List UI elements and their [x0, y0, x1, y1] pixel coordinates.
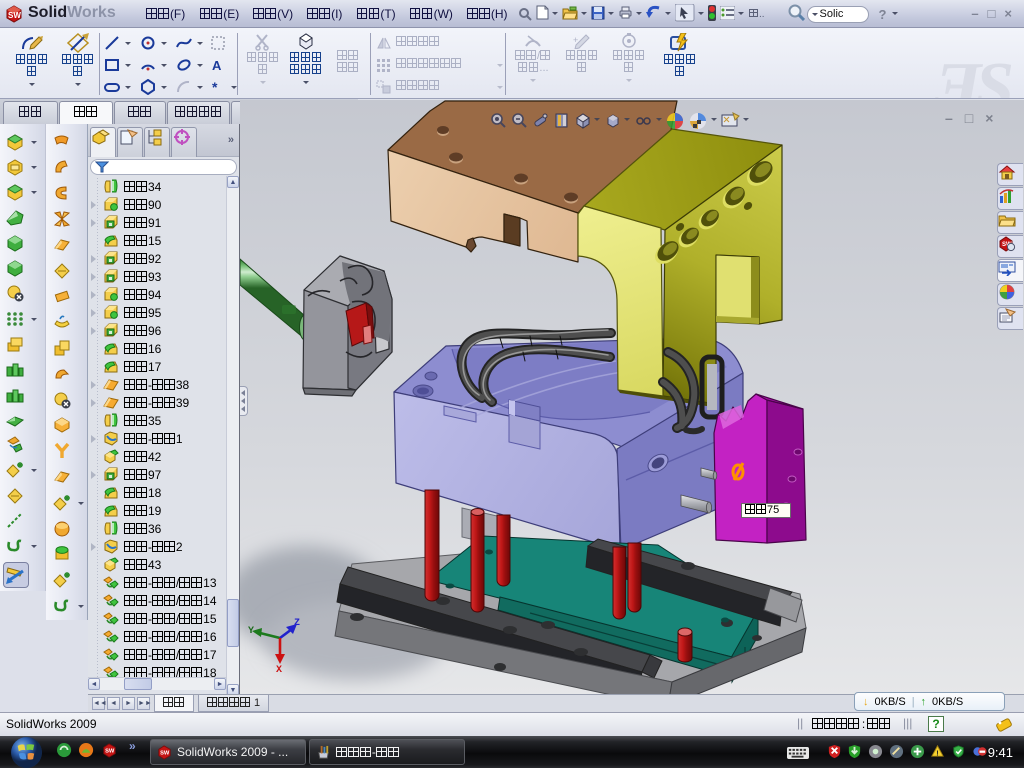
- svg-text:SW: SW: [160, 750, 170, 756]
- svg-text:SW: SW: [8, 11, 21, 20]
- svg-text:Y: Y: [248, 626, 254, 637]
- svg-text:!: !: [936, 748, 939, 757]
- svg-text:*: *: [212, 79, 218, 95]
- svg-text:+: +: [573, 35, 578, 45]
- svg-text:A: A: [212, 58, 222, 73]
- svg-text:Z: Z: [294, 618, 300, 629]
- svg-text:SW: SW: [105, 749, 115, 755]
- svg-text:X: X: [276, 665, 282, 676]
